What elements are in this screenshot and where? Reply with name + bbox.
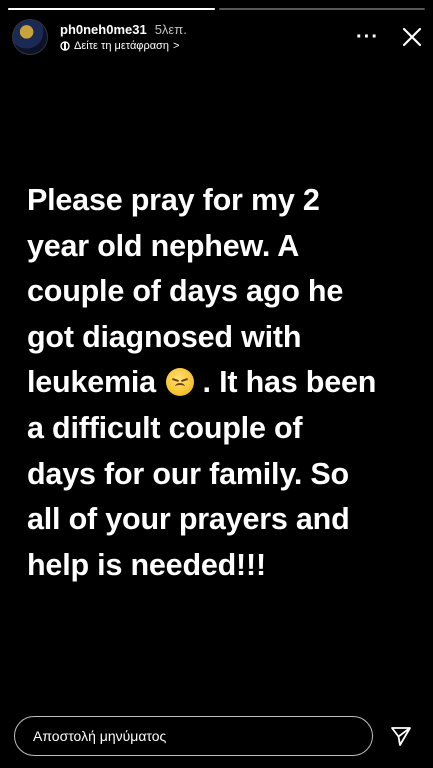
story-line: help is needed!!! xyxy=(27,547,266,582)
story-line: days for our family. So xyxy=(27,456,349,491)
header-actions: ··· xyxy=(356,26,423,48)
story-line-with-emoji: leukemia . It has been xyxy=(27,360,427,406)
send-message-input[interactable] xyxy=(14,716,373,756)
story-line-part: leukemia xyxy=(27,365,156,400)
story-line: year old nephew. A xyxy=(27,228,300,263)
disappointed-face-emoji-icon xyxy=(166,368,195,397)
story-progress-bar xyxy=(8,8,425,10)
progress-segment-2 xyxy=(218,8,425,10)
story-line: a difficult couple of xyxy=(27,410,303,445)
story-text: Please pray for my 2 year old nephew. A … xyxy=(27,178,427,588)
progress-segment-1 xyxy=(8,8,215,10)
story-line: couple of days ago he xyxy=(27,274,344,309)
user-meta: ph0neh0me31 5λεπ. Δείτε τη μετάφραση > xyxy=(60,22,187,52)
close-icon[interactable] xyxy=(401,26,423,48)
user-line: ph0neh0me31 5λεπ. xyxy=(60,22,187,37)
story-header: ph0neh0me31 5λεπ. Δείτε τη μετάφραση > ·… xyxy=(12,18,423,56)
story-line: Please pray for my 2 xyxy=(27,183,320,217)
send-icon[interactable] xyxy=(379,716,423,756)
chevron-right-icon: > xyxy=(172,40,180,52)
see-translation-label: Δείτε τη μετάφραση xyxy=(74,40,169,52)
reply-bar xyxy=(14,714,423,758)
see-translation-link[interactable]: Δείτε τη μετάφραση > xyxy=(60,40,187,52)
story-line: got diagnosed with xyxy=(27,319,302,354)
avatar[interactable] xyxy=(12,19,48,55)
story-line-part: . It has been xyxy=(202,365,377,400)
username[interactable]: ph0neh0me31 xyxy=(60,22,147,37)
post-time: 5λεπ. xyxy=(154,22,187,37)
translate-icon xyxy=(60,41,70,51)
story-line: all of your prayers and xyxy=(27,502,350,537)
more-options-icon[interactable]: ··· xyxy=(356,27,379,47)
